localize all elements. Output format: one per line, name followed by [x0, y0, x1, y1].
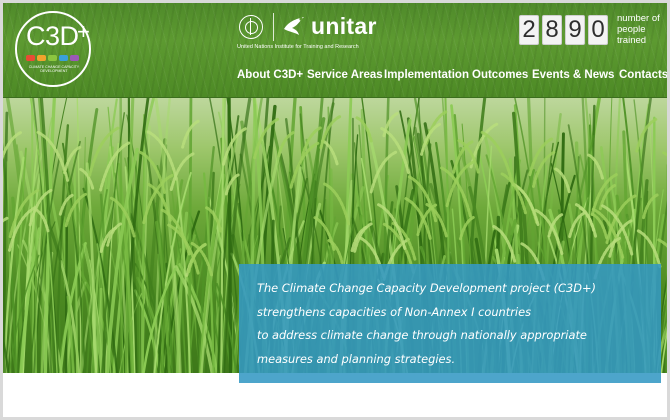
grass-blade: [187, 98, 193, 373]
rice-panicle: [323, 182, 351, 226]
logo-color-bar-1: [26, 55, 35, 61]
counter-digit: 0: [588, 15, 608, 45]
grass-blade: [99, 287, 104, 373]
nav-item-implementation[interactable]: Implementation: [384, 69, 469, 81]
nav-item-about[interactable]: About C3D+: [237, 69, 303, 81]
nav-item-outcomes[interactable]: Outcomes: [472, 69, 528, 81]
caption-line: to address climate change through nation…: [257, 328, 587, 342]
nav-item-events-news[interactable]: Events & News: [532, 69, 614, 81]
logo-text: C3D: [26, 21, 79, 51]
nav-item-contacts[interactable]: Contacts: [619, 69, 667, 81]
un-emblem-icon: [239, 15, 263, 39]
site-header: C3D + CLIMATE CHANGE CAPACITY DEVELOPMEN…: [3, 3, 667, 98]
logo-color-bar-5: [70, 55, 79, 61]
counter-digit: 2: [519, 15, 539, 45]
unitar-subtitle: United Nations Institute for Training an…: [237, 44, 359, 50]
people-trained-counter: 2 8 9 0: [519, 15, 608, 45]
counter-label: number of people trained: [617, 13, 660, 46]
logo-color-bar-4: [59, 55, 68, 61]
caption-line: The Climate Change Capacity Development …: [257, 281, 596, 295]
hero-caption: The Climate Change Capacity Development …: [239, 264, 661, 383]
c3d-logo[interactable]: C3D + CLIMATE CHANGE CAPACITY DEVELOPMEN…: [15, 11, 91, 87]
logo-subtitle: CLIMATE CHANGE CAPACITY DEVELOPMENT: [28, 65, 80, 74]
caption-line: strengthens capacities of Non-Annex I co…: [257, 304, 532, 319]
nav-item-service-areas[interactable]: Service Areas: [307, 69, 383, 81]
counter-digit: 8: [542, 15, 562, 45]
caption-line: measures and planning strategies.: [257, 351, 456, 366]
grass-blade: [34, 186, 38, 373]
grass-blade: [64, 221, 69, 373]
partner-divider: [273, 13, 274, 41]
logo-plus: +: [77, 19, 90, 44]
logo-color-bar-3: [48, 55, 57, 61]
unitar-bird-icon: [284, 17, 304, 35]
browser-frame: C3D + CLIMATE CHANGE CAPACITY DEVELOPMEN…: [0, 0, 670, 420]
counter-digit: 9: [565, 15, 585, 45]
unitar-wordmark[interactable]: unitar: [311, 13, 377, 40]
logo-color-bar-2: [37, 55, 46, 61]
